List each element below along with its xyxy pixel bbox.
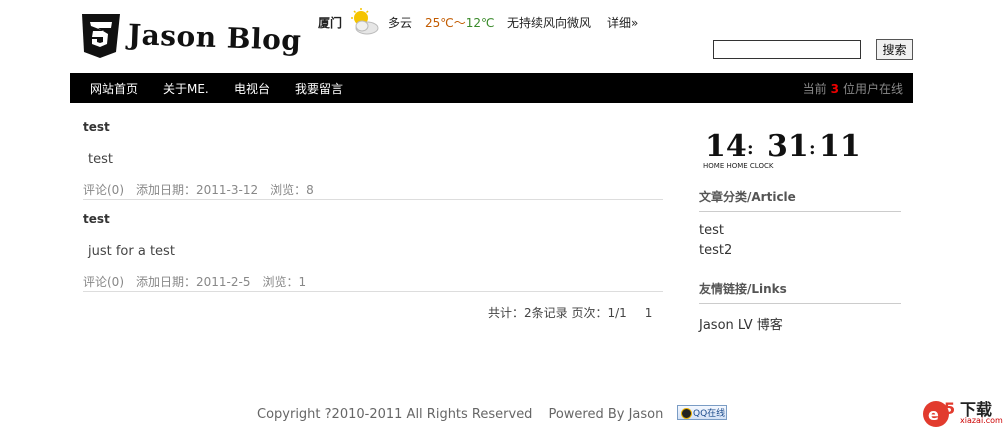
nav-item-guestbook[interactable]: 我要留言	[295, 80, 343, 97]
post-comments-link[interactable]: 评论(0)	[83, 183, 124, 197]
category-link[interactable]: test2	[699, 243, 732, 258]
nav-item-about[interactable]: 关于ME.	[163, 80, 209, 97]
category-link[interactable]: test	[699, 223, 724, 238]
watermark-logo-icon: e 5	[923, 399, 955, 427]
clock-colon: :	[809, 138, 816, 159]
partly-cloudy-icon	[351, 8, 379, 35]
site-logo[interactable]: Jason Blog	[78, 12, 302, 64]
main-nav: 网站首页 关于ME. 电视台 我要留言 当前 3 位用户在线	[70, 73, 913, 103]
clock-seconds: 11	[819, 129, 861, 164]
weather-temperature: 25℃～12℃	[425, 14, 495, 31]
sidebar-divider	[699, 303, 901, 304]
qq-penguin-icon	[681, 408, 692, 419]
search-button[interactable]: 搜索	[876, 39, 913, 60]
clock-caption: HOME HOME CLOCK	[703, 162, 774, 170]
pagination: 共计：2条记录 页次：1/1 1	[488, 304, 652, 321]
post-divider	[83, 291, 663, 292]
post-divider	[83, 199, 663, 200]
post-body: just for a test	[88, 244, 175, 259]
weather-detail-link[interactable]: 详细»	[607, 14, 638, 31]
post-views: 浏览：1	[262, 275, 307, 289]
nav-item-home[interactable]: 网站首页	[90, 80, 138, 97]
post-comments-link[interactable]: 评论(0)	[83, 275, 124, 289]
post-meta: 评论(0) 添加日期：2011-2-5 浏览：1	[83, 273, 318, 290]
nav-item-tv[interactable]: 电视台	[234, 80, 270, 97]
qq-label: QQ在线	[693, 409, 726, 419]
svg-text:e: e	[928, 405, 939, 424]
svg-text:5: 5	[944, 399, 955, 418]
weather-condition: 多云	[388, 16, 413, 30]
post-title[interactable]: test	[83, 212, 110, 226]
watermark: e 5 下载 xiazai.com	[920, 394, 1006, 430]
pagination-summary: 共计：2条记录 页次：1/1	[488, 306, 627, 320]
weather-wind: 无持续风向微风	[507, 16, 592, 30]
friend-link[interactable]: Jason LV 博客	[699, 314, 783, 333]
clock-colon: :	[747, 138, 754, 159]
css3-shield-icon	[82, 14, 120, 58]
online-users: 当前 3 位用户在线	[803, 80, 903, 97]
online-count: 3	[830, 82, 839, 96]
online-suffix: 位用户在线	[842, 82, 903, 96]
temp-low: 12℃	[465, 16, 495, 30]
links-heading: 友情链接/Links	[699, 282, 787, 296]
post-body: test	[88, 152, 113, 167]
clock-hours: 14	[705, 129, 747, 164]
clock-minutes: 31	[767, 129, 809, 164]
footer: Copyright ?2010-2011 All Rights Reserved…	[257, 407, 663, 422]
post-views: 浏览：8	[270, 183, 314, 197]
watermark-site: xiazai.com	[960, 416, 1003, 425]
search-input[interactable]	[713, 40, 861, 59]
clock-widget: 14 : 31 : 11 HOME HOME CLOCK	[703, 129, 861, 170]
footer-powered: Powered By Jason	[548, 407, 664, 422]
weather-city: 厦门	[318, 16, 343, 30]
qq-online-button[interactable]: QQ在线	[677, 405, 727, 420]
temp-separator: ～	[453, 16, 466, 30]
site-title: Jason Blog	[127, 18, 302, 58]
temp-high: 25℃	[425, 16, 454, 30]
sidebar-divider	[699, 211, 901, 212]
post-date: 添加日期：2011-2-5	[136, 275, 251, 289]
post-meta: 评论(0) 添加日期：2011-3-12 浏览：8	[83, 181, 326, 198]
post-title[interactable]: test	[83, 120, 110, 134]
post-date: 添加日期：2011-3-12	[136, 183, 259, 197]
online-prefix: 当前	[802, 82, 827, 96]
page-link[interactable]: 1	[645, 306, 653, 320]
footer-copyright: Copyright ?2010-2011 All Rights Reserved	[257, 407, 533, 422]
categories-heading: 文章分类/Article	[699, 190, 796, 204]
